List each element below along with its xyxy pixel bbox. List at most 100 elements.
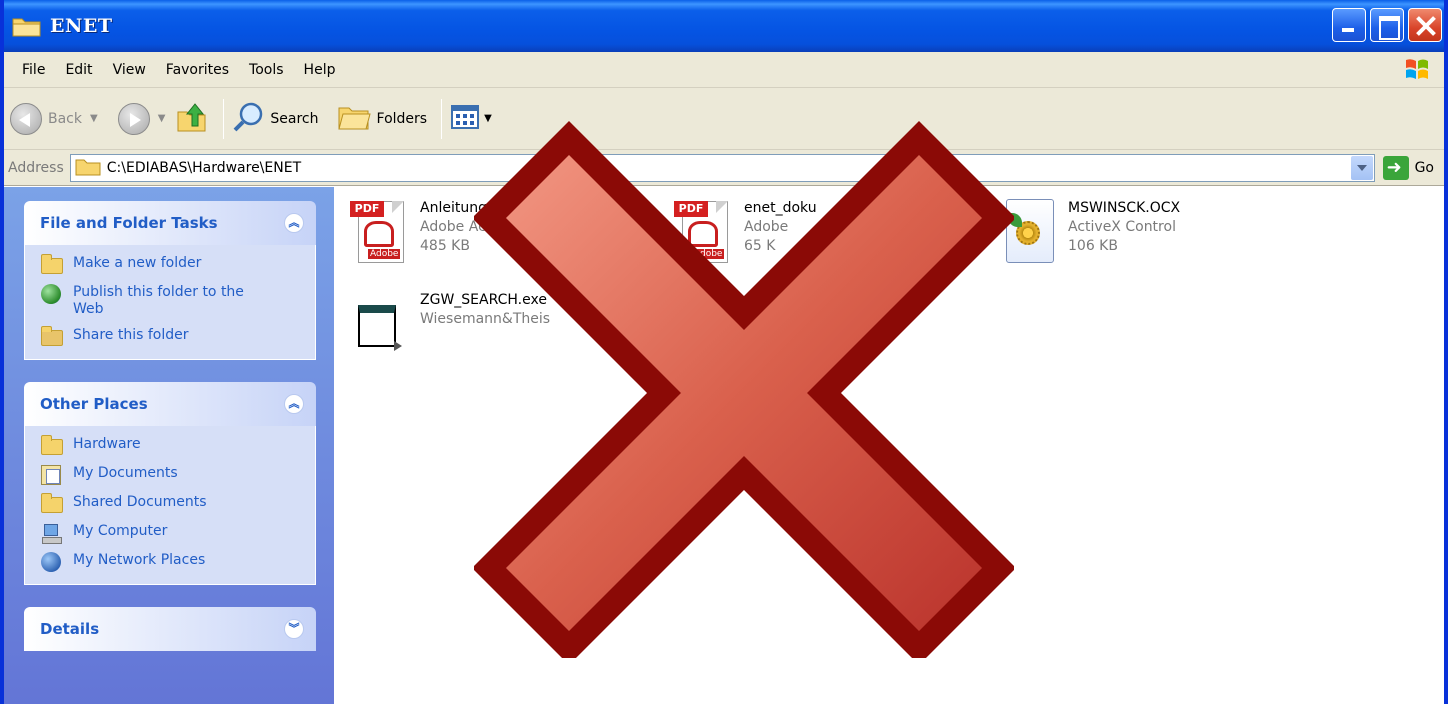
up-folder-icon xyxy=(175,100,209,138)
place-label: Hardware xyxy=(73,436,141,452)
file-item[interactable]: ZGW_SEARCH.exe Wiesemann&Theis xyxy=(350,291,550,357)
address-dropdown-button[interactable] xyxy=(1350,155,1373,180)
pdf-icon: PDF Adobe xyxy=(350,199,408,265)
details-header[interactable]: Details ︾ xyxy=(24,607,316,651)
file-type: Wiesemann&Theis xyxy=(420,311,551,327)
folder-icon xyxy=(75,156,101,180)
folders-button[interactable]: Folders xyxy=(337,99,428,139)
search-button[interactable]: Search xyxy=(232,99,319,139)
up-folder-button[interactable] xyxy=(175,99,209,139)
file-folder-tasks-header[interactable]: File and Folder Tasks ︽ xyxy=(24,201,316,245)
new-folder-icon xyxy=(41,254,63,275)
search-icon xyxy=(232,101,264,137)
network-places-icon xyxy=(41,552,63,572)
explorer-window: ENET File Edit View Favorites Tools Help… xyxy=(0,0,1448,704)
forward-arrow-icon xyxy=(117,102,150,135)
minimize-button[interactable] xyxy=(1332,8,1366,42)
toolbar: Back ▼ ▼ Search Folders ▼ xyxy=(4,88,1444,150)
task-label: Publish this folder to the Web xyxy=(73,284,244,317)
menu-view[interactable]: View xyxy=(103,62,156,78)
place-network-places[interactable]: My Network Places xyxy=(41,552,301,572)
back-arrow-icon xyxy=(10,102,42,135)
expand-chevron-icon[interactable]: ︾ xyxy=(284,619,304,639)
views-dropdown-icon: ▼ xyxy=(484,113,492,124)
folders-label: Folders xyxy=(376,110,428,127)
task-label: Share this folder xyxy=(73,327,189,343)
menu-tools[interactable]: Tools xyxy=(239,62,294,78)
menu-file[interactable]: File xyxy=(12,62,55,78)
address-path: C:\EDIABAS\Hardware\ENET xyxy=(106,159,302,176)
menu-help[interactable]: Help xyxy=(294,62,346,78)
views-button[interactable]: ▼ xyxy=(450,99,492,139)
title-bar[interactable]: ENET xyxy=(4,0,1444,52)
back-label: Back xyxy=(48,110,82,127)
address-input[interactable]: C:\EDIABAS\Hardware\ENET xyxy=(69,153,1375,182)
place-label: My Network Places xyxy=(73,552,206,568)
pdf-icon: PDF Adobe xyxy=(674,199,732,265)
details-panel: Details ︾ xyxy=(24,607,316,651)
panel-title: Other Places xyxy=(40,395,148,413)
file-type: Adobe Ac xyxy=(420,219,486,235)
forward-dropdown-icon[interactable]: ▼ xyxy=(158,113,166,124)
my-computer-icon xyxy=(41,523,63,544)
file-folder-tasks-panel: File and Folder Tasks ︽ Make a new folde… xyxy=(24,201,316,360)
task-publish-web[interactable]: Publish this folder to the Web xyxy=(41,284,301,318)
close-button[interactable] xyxy=(1408,8,1442,42)
share-folder-icon xyxy=(41,326,63,347)
folders-icon xyxy=(337,102,371,136)
collapse-chevron-icon[interactable]: ︽ xyxy=(284,213,304,233)
task-make-new-folder[interactable]: Make a new folder xyxy=(41,254,301,275)
menu-edit[interactable]: Edit xyxy=(55,62,102,78)
back-dropdown-icon[interactable]: ▼ xyxy=(90,113,98,124)
collapse-chevron-icon[interactable]: ︽ xyxy=(284,394,304,414)
address-bar: Address C:\EDIABAS\Hardware\ENET Go xyxy=(4,150,1444,186)
activex-icon xyxy=(998,199,1056,265)
back-button[interactable]: Back ▼ xyxy=(10,99,98,139)
other-places-panel: Other Places ︽ Hardware My Documents Sha… xyxy=(24,382,316,585)
file-name: enet_doku xyxy=(744,200,817,216)
file-list: PDF Adobe Anleitung E Adobe Ac 485 KB PD… xyxy=(334,187,1444,704)
toolbar-separator xyxy=(441,98,443,139)
panel-title: Details xyxy=(40,620,100,638)
place-label: My Computer xyxy=(73,523,168,539)
place-label: My Documents xyxy=(73,465,178,481)
toolbar-separator xyxy=(223,98,225,139)
maximize-button[interactable] xyxy=(1370,8,1404,42)
go-label: Go xyxy=(1414,159,1434,176)
file-size: 106 KB xyxy=(1068,238,1118,254)
file-item[interactable]: MSWINSCK.OCX ActiveX Control 106 KB xyxy=(998,199,1180,265)
forward-button[interactable]: ▼ xyxy=(117,99,166,139)
task-pane: File and Folder Tasks ︽ Make a new folde… xyxy=(4,187,334,704)
folder-icon xyxy=(41,493,63,514)
file-name: Anleitung E xyxy=(420,200,501,216)
menu-bar: File Edit View Favorites Tools Help xyxy=(4,52,1444,88)
menu-favorites[interactable]: Favorites xyxy=(156,62,239,78)
place-hardware[interactable]: Hardware xyxy=(41,435,301,456)
folder-icon xyxy=(41,435,63,456)
file-size: 485 KB xyxy=(420,238,470,254)
folder-icon xyxy=(12,15,42,37)
go-arrow-icon xyxy=(1382,155,1409,180)
publish-web-icon xyxy=(41,284,63,304)
windows-logo-icon xyxy=(1404,57,1430,81)
file-size: 65 K xyxy=(744,238,776,254)
file-item[interactable]: PDF Adobe Anleitung E Adobe Ac 485 KB xyxy=(350,199,500,265)
task-share-folder[interactable]: Share this folder xyxy=(41,326,301,347)
other-places-header[interactable]: Other Places ︽ xyxy=(24,382,316,426)
my-documents-icon xyxy=(41,465,63,485)
search-label: Search xyxy=(270,110,319,127)
place-shared-documents[interactable]: Shared Documents xyxy=(41,493,301,514)
place-my-computer[interactable]: My Computer xyxy=(41,523,301,544)
file-type: ActiveX Control xyxy=(1068,219,1176,235)
go-button[interactable]: Go xyxy=(1382,155,1434,180)
file-item[interactable]: PDF Adobe enet_doku Adobe 65 K xyxy=(674,199,817,265)
exe-icon xyxy=(350,291,408,357)
window-title: ENET xyxy=(50,15,113,37)
file-type: Adobe xyxy=(744,219,789,235)
panel-title: File and Folder Tasks xyxy=(40,214,218,232)
address-label: Address xyxy=(8,159,64,176)
file-name: ZGW_SEARCH.exe xyxy=(420,292,547,308)
views-icon xyxy=(450,103,482,135)
place-label: Shared Documents xyxy=(73,494,207,510)
place-my-documents[interactable]: My Documents xyxy=(41,465,301,485)
